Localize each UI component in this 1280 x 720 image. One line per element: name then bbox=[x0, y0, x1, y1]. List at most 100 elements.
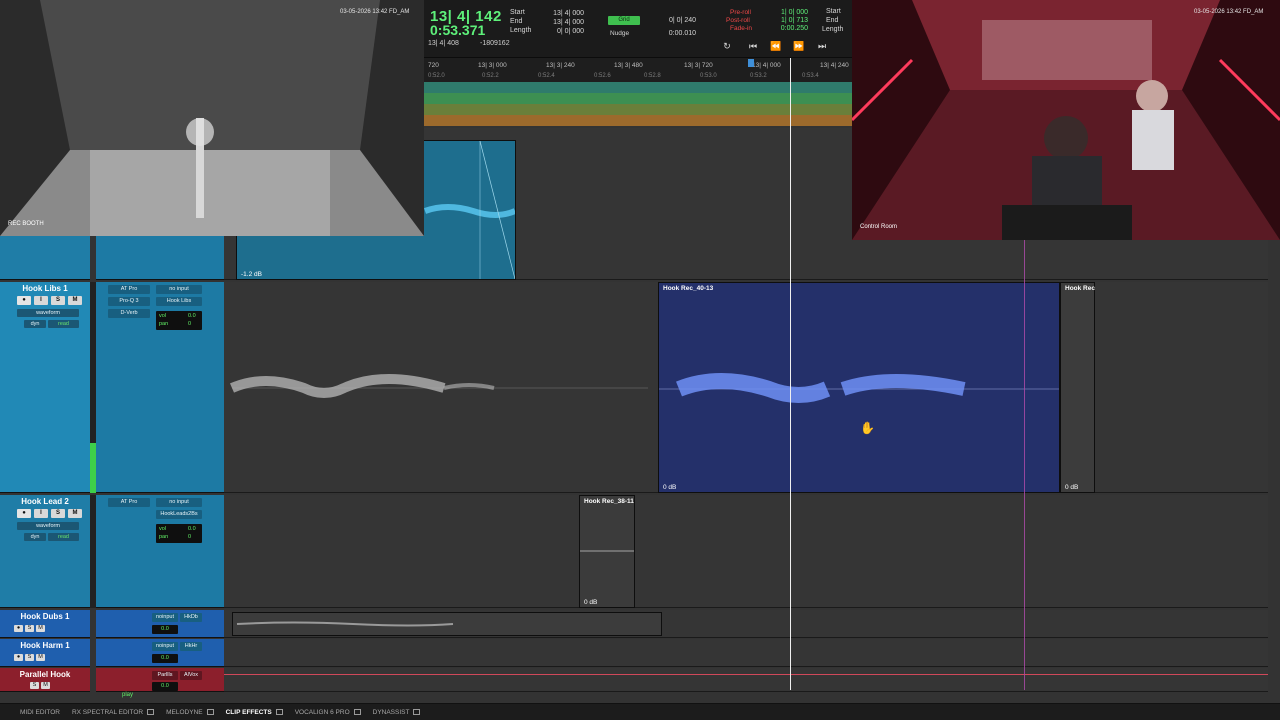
clip-gain-label[interactable]: 0 dB bbox=[1065, 484, 1078, 491]
insert-slot[interactable]: Pro-Q 3 bbox=[108, 297, 150, 306]
grid-mode-button[interactable]: Grid bbox=[608, 16, 640, 25]
track-name[interactable]: Parallel Hook bbox=[0, 670, 90, 679]
timeline-ruler[interactable]: 720 13| 3| 000 13| 3| 240 13| 3| 480 13|… bbox=[424, 58, 852, 82]
tab-melodyne[interactable]: MELODYNE bbox=[166, 709, 214, 716]
solo-button[interactable]: S bbox=[51, 296, 65, 305]
input-selector[interactable]: noinput bbox=[152, 642, 178, 651]
lane-orange[interactable] bbox=[424, 115, 852, 126]
track-playlist-hook-harm-1[interactable] bbox=[224, 639, 1268, 667]
output-selector[interactable]: AlVox bbox=[180, 671, 202, 680]
sel-length-value[interactable]: 0| 0| 000 bbox=[548, 28, 584, 35]
return-to-zero-icon[interactable]: ⏮ bbox=[746, 40, 760, 52]
mute-button[interactable]: M bbox=[36, 625, 45, 632]
track-name[interactable]: Hook Harm 1 bbox=[0, 641, 90, 650]
clip-gain-label[interactable]: 0 dB bbox=[584, 599, 597, 606]
track-header-hook-lead-2[interactable]: Hook Lead 2 ● I S M waveform dyn read bbox=[0, 495, 90, 608]
volume-pan-display[interactable]: vol 0.0 pan 0 bbox=[156, 311, 202, 330]
insert-slot[interactable]: D-Verb bbox=[108, 309, 150, 318]
volume-pan-display[interactable]: vol 0.0 pan 0 bbox=[156, 524, 202, 543]
go-to-end-icon[interactable]: ⏭ bbox=[815, 40, 829, 52]
fast-forward-icon[interactable]: ⏩ bbox=[792, 40, 806, 52]
record-enable-button[interactable]: ● bbox=[17, 296, 31, 305]
tab-clip-effects[interactable]: CLIP EFFECTS bbox=[226, 709, 283, 716]
sel-end-value[interactable]: 13| 4| 000 bbox=[548, 19, 584, 26]
volume-value[interactable]: 0.0 bbox=[152, 682, 178, 691]
lane-olive[interactable] bbox=[424, 104, 852, 115]
track-view-selector[interactable]: waveform bbox=[17, 522, 79, 530]
track-view-selector[interactable]: waveform bbox=[17, 309, 79, 317]
rewind-icon[interactable]: ⏪ bbox=[769, 40, 783, 52]
dyn-button[interactable]: dyn bbox=[24, 320, 46, 328]
solo-button[interactable]: S bbox=[25, 654, 34, 661]
fadein-label[interactable]: Fade-in bbox=[730, 25, 752, 32]
track-name[interactable]: Hook Dubs 1 bbox=[0, 612, 90, 621]
solo-button[interactable]: S bbox=[30, 682, 39, 689]
audio-clip-dubs[interactable] bbox=[232, 612, 662, 636]
output-selector[interactable]: HkHr bbox=[180, 642, 202, 651]
track-name[interactable]: Hook Lead 2 bbox=[0, 497, 90, 506]
input-monitor-button[interactable]: I bbox=[34, 296, 48, 305]
insert-slot[interactable]: AT Pro bbox=[108, 285, 150, 294]
audio-clip-selected[interactable]: Hook Rec_40-13 0 dB bbox=[658, 282, 1060, 493]
mute-button[interactable]: M bbox=[36, 654, 45, 661]
mute-button[interactable]: M bbox=[68, 296, 82, 305]
dyn-button[interactable]: dyn bbox=[24, 533, 46, 541]
sub-counter-time[interactable]: 0:53.371 bbox=[430, 22, 485, 38]
volume-value[interactable]: 0.0 bbox=[188, 313, 196, 319]
output-selector[interactable]: HookLeads2Bs bbox=[156, 510, 202, 519]
fadein-value[interactable]: 0:00.250 bbox=[772, 25, 808, 32]
postroll-label[interactable]: Post-roll bbox=[726, 17, 750, 24]
sel-start-value[interactable]: 13| 4| 000 bbox=[548, 10, 584, 17]
clip-gain-label[interactable]: 0 dB bbox=[663, 484, 676, 491]
pan-value[interactable]: 0 bbox=[188, 534, 191, 540]
grid-value[interactable]: 0| 0| 240 bbox=[660, 17, 696, 24]
tab-midi-editor[interactable]: MIDI EDITOR bbox=[20, 709, 60, 716]
solo-button[interactable]: S bbox=[51, 509, 65, 518]
output-selector[interactable]: HkDb bbox=[180, 613, 202, 622]
playhead-marker-icon[interactable] bbox=[748, 59, 754, 67]
playhead-cursor[interactable] bbox=[790, 58, 791, 690]
preroll-value[interactable]: 1| 0| 000 bbox=[772, 9, 808, 16]
mute-button[interactable]: M bbox=[68, 509, 82, 518]
camera-label: REC BOOTH bbox=[8, 221, 44, 227]
track-header-hook-libs-1[interactable]: Hook Libs 1 ● I S M waveform dyn read bbox=[0, 282, 90, 493]
input-selector[interactable]: Parllls bbox=[152, 671, 178, 680]
marker-lanes[interactable] bbox=[424, 82, 852, 128]
postroll-value[interactable]: 1| 0| 713 bbox=[772, 17, 808, 24]
mute-button[interactable]: M bbox=[41, 682, 50, 689]
tab-dynassist[interactable]: DYNASSIST bbox=[373, 709, 421, 716]
lane-green[interactable] bbox=[424, 93, 852, 104]
loop-icon[interactable]: ↻ bbox=[720, 40, 734, 52]
input-selector[interactable]: no input bbox=[156, 498, 202, 507]
preroll-label[interactable]: Pre-roll bbox=[730, 9, 751, 16]
input-selector[interactable]: noinput bbox=[152, 613, 178, 622]
output-selector[interactable]: Hook Libs bbox=[156, 297, 202, 306]
record-enable-button[interactable]: ● bbox=[14, 654, 23, 661]
automation-mode-selector[interactable]: read bbox=[48, 320, 79, 328]
volume-value[interactable]: 0.0 bbox=[188, 526, 196, 532]
solo-button[interactable]: S bbox=[25, 625, 34, 632]
volume-value[interactable]: 0.0 bbox=[152, 625, 178, 634]
lane-teal[interactable] bbox=[424, 82, 852, 93]
record-enable-button[interactable]: ● bbox=[17, 509, 31, 518]
tab-vocalign[interactable]: VOCALIGN 6 PRO bbox=[295, 709, 361, 716]
track-name[interactable]: Hook Libs 1 bbox=[0, 284, 90, 293]
nudge-value[interactable]: 0:00.010 bbox=[660, 30, 696, 37]
tab-rx-spectral-editor[interactable]: RX SPECTRAL EDITOR bbox=[72, 709, 155, 716]
track-playlist-parallel-hook[interactable] bbox=[224, 668, 1268, 692]
track-header-parallel-hook[interactable]: Parallel Hook S M bbox=[0, 668, 90, 692]
pan-value[interactable]: 0 bbox=[188, 321, 191, 327]
track-header-partial[interactable] bbox=[0, 236, 90, 280]
automation-mode-selector[interactable]: read bbox=[48, 533, 79, 541]
insert-slot[interactable]: AT Pro bbox=[108, 498, 150, 507]
audio-clip-short[interactable]: Hook Rec_38-11 0 dB bbox=[579, 495, 635, 608]
track-header-hook-harm-1[interactable]: Hook Harm 1 ● S M bbox=[0, 639, 90, 667]
input-monitor-button[interactable]: I bbox=[34, 509, 48, 518]
volume-value[interactable]: 0.0 bbox=[152, 654, 178, 663]
track-header-hook-dubs-1[interactable]: Hook Dubs 1 ● S M bbox=[0, 610, 90, 638]
track-playlist-hook-lead-2[interactable] bbox=[224, 495, 1268, 608]
audio-clip-next[interactable]: Hook Rec 0 dB bbox=[1060, 282, 1095, 493]
input-selector[interactable]: no input bbox=[156, 285, 202, 294]
clip-gain-label[interactable]: -1.2 dB bbox=[241, 271, 262, 278]
record-enable-button[interactable]: ● bbox=[14, 625, 23, 632]
